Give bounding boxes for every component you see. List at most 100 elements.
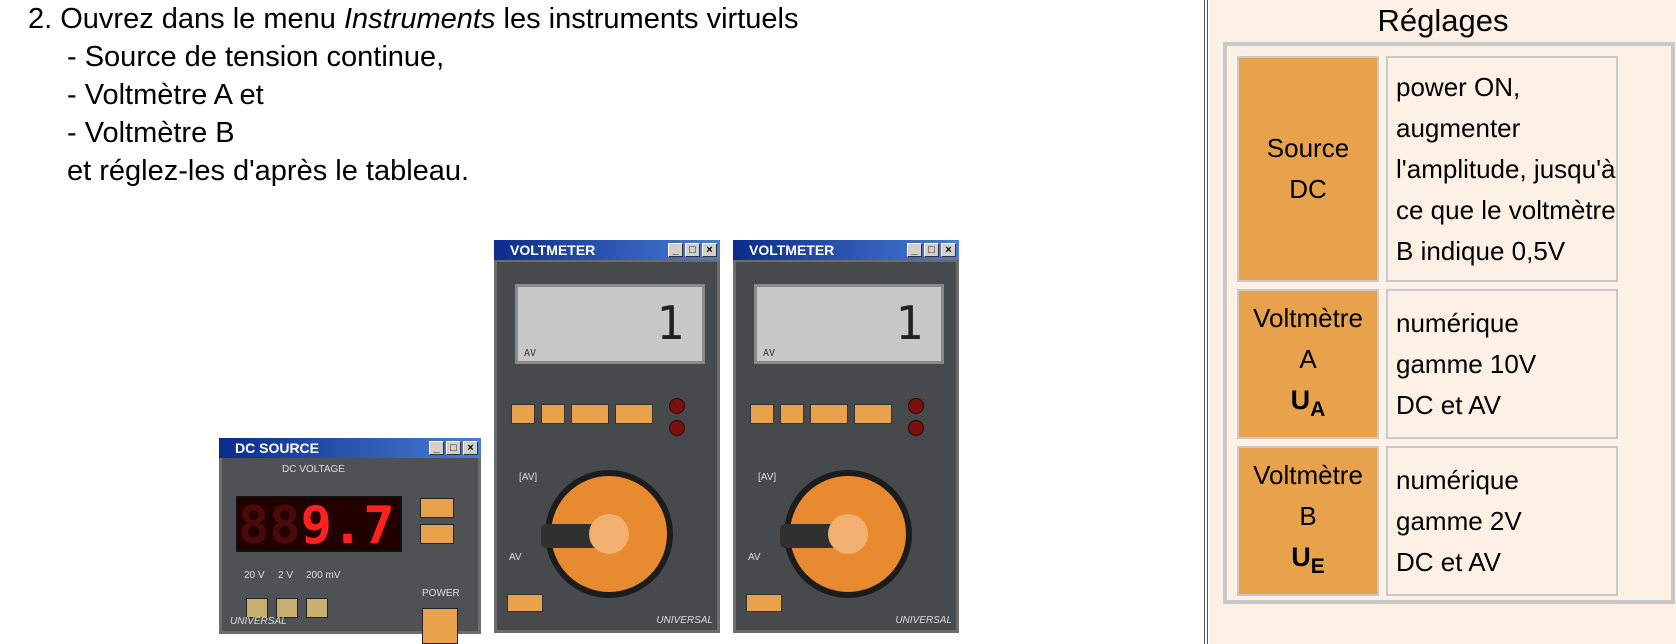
range-down-key[interactable]: [810, 404, 848, 424]
reset-key[interactable]: [507, 594, 543, 612]
row-key: Voltmètre A UA: [1237, 289, 1379, 439]
close-icon[interactable]: ×: [941, 243, 956, 257]
row-value: power ON, augmenter l'amplitude, jusqu'à…: [1386, 56, 1618, 282]
settings-table: Source DC power ON, augmenter l'amplitud…: [1230, 49, 1625, 603]
symbol-base: U: [1290, 385, 1311, 415]
step-line: 2. Ouvrez dans le menu Instruments les i…: [28, 0, 798, 38]
voltage-down-button[interactable]: [420, 524, 454, 544]
display-value: 1: [656, 296, 684, 350]
value-line: numérique: [1396, 307, 1519, 338]
mode-label: AV: [509, 552, 522, 563]
value-line: DC et AV: [1396, 389, 1502, 420]
hold-key[interactable]: [750, 404, 774, 424]
display-value: 9.7: [300, 496, 395, 556]
voltmeter-a-window: VOLTMETER _ □ × 1 AV [AV] AV UNIVERSAL: [494, 240, 720, 633]
settings-panel: Réglages Source DC power ON, augmenter l…: [1210, 0, 1676, 644]
voltmeter-b-window: VOLTMETER _ □ × 1 AV [AV] AV UNIVERSAL: [733, 240, 959, 633]
voltage-display: 889.7: [236, 496, 402, 554]
instrument-item: - Voltmètre A et: [67, 79, 264, 111]
range-label: 200 mV: [306, 570, 341, 581]
step-number: 2.: [28, 3, 53, 35]
instrument-item: - Voltmètre B: [67, 117, 235, 149]
key-line: B: [1299, 501, 1317, 531]
table-row: Source DC power ON, augmenter l'amplitud…: [1237, 56, 1618, 282]
key-line: DC: [1289, 174, 1327, 204]
display-ghost-digits: 88: [238, 496, 301, 556]
symbol-base: U: [1291, 542, 1311, 572]
range-up-key[interactable]: [615, 404, 653, 424]
range-200mv-button[interactable]: [306, 598, 328, 618]
maximize-icon[interactable]: □: [446, 441, 461, 455]
acdc-key[interactable]: [780, 404, 804, 424]
mode-label: AV: [748, 552, 761, 563]
indicator-led: [669, 398, 685, 414]
value-line: l'amplitude, jusqu'à: [1396, 153, 1616, 184]
key-line: A: [1299, 344, 1317, 374]
mode-label: [AV]: [758, 472, 777, 483]
window-title: VOLTMETER: [749, 242, 835, 258]
window-title: DC SOURCE: [235, 440, 320, 456]
minimize-icon[interactable]: _: [429, 441, 444, 455]
value-line: ce que le voltmètre: [1396, 194, 1616, 225]
dc-source-panel: DC VOLTAGE 889.7 20 V 2 V 200 mV POWER U…: [222, 458, 478, 644]
voltmeter-a-display: 1 AV: [515, 284, 705, 364]
range-20v-button[interactable]: [246, 598, 268, 618]
minimize-icon[interactable]: _: [668, 243, 683, 257]
closing-line: et réglez-les d'après le tableau.: [67, 155, 470, 187]
maximize-icon[interactable]: □: [924, 243, 939, 257]
range-up-key[interactable]: [854, 404, 892, 424]
minimize-icon[interactable]: _: [907, 243, 922, 257]
voltmeter-a-titlebar[interactable]: VOLTMETER _ □ ×: [494, 240, 720, 260]
dc-source-titlebar[interactable]: DC SOURCE _ □ ×: [219, 438, 481, 458]
window-controls: _ □ ×: [668, 243, 717, 257]
row-value: numérique gamme 2V DC et AV: [1386, 446, 1618, 596]
row-key: Voltmètre B UE: [1237, 446, 1379, 596]
hold-key[interactable]: [511, 404, 535, 424]
panel-divider: [1204, 0, 1208, 644]
value-line: power ON,: [1396, 71, 1521, 102]
brand-logo: UNIVERSAL: [656, 615, 713, 626]
function-keys: [511, 404, 653, 424]
function-keys: [750, 404, 892, 424]
acdc-key[interactable]: [541, 404, 565, 424]
menu-name: Instruments: [343, 3, 496, 35]
range-label: 20 V: [244, 570, 265, 581]
instrument-item: - Source de tension continue,: [67, 41, 445, 73]
window-title: VOLTMETER: [510, 242, 596, 258]
close-icon[interactable]: ×: [702, 243, 717, 257]
power-button[interactable]: [422, 608, 458, 644]
window-controls: _ □ ×: [429, 441, 478, 455]
panel-title: Réglages: [1377, 3, 1509, 38]
voltage-up-button[interactable]: [420, 498, 454, 518]
row-key: Source DC: [1237, 56, 1379, 282]
range-2v-button[interactable]: [276, 598, 298, 618]
range-label: 2 V: [278, 570, 294, 581]
voltmeter-a-panel: 1 AV [AV] AV UNIVERSAL: [497, 262, 717, 630]
display-value: 1: [895, 296, 923, 350]
symbol-subscript: A: [1310, 398, 1326, 421]
voltmeter-b-display: 1 AV: [754, 284, 944, 364]
display-mode: AV: [763, 348, 776, 359]
knob-center: [589, 514, 629, 554]
close-icon[interactable]: ×: [463, 441, 478, 455]
range-down-key[interactable]: [571, 404, 609, 424]
reset-key[interactable]: [746, 594, 782, 612]
instructions: 2. Ouvrez dans le menu Instruments les i…: [28, 0, 798, 190]
indicator-led: [669, 420, 685, 436]
range-selector-knob[interactable]: [541, 470, 673, 598]
dc-source-window: DC SOURCE _ □ × DC VOLTAGE 889.7 20 V 2 V …: [219, 438, 481, 644]
value-line: gamme 10V: [1396, 348, 1537, 379]
settings-table-frame: Source DC power ON, augmenter l'amplitud…: [1223, 42, 1675, 604]
range-selector-knob[interactable]: [780, 470, 912, 598]
voltmeter-b-titlebar[interactable]: VOLTMETER _ □ ×: [733, 240, 959, 260]
brand-logo: UNIVERSAL: [230, 616, 287, 627]
value-line: numérique: [1396, 464, 1519, 495]
voltage-symbol: UA: [1239, 380, 1377, 430]
mode-label: [AV]: [519, 472, 538, 483]
symbol-subscript: E: [1310, 555, 1325, 578]
brand-logo: UNIVERSAL: [895, 615, 952, 626]
key-line: Voltmètre: [1253, 303, 1363, 333]
knob-center: [828, 514, 868, 554]
maximize-icon[interactable]: □: [685, 243, 700, 257]
key-line: Voltmètre: [1253, 460, 1363, 490]
